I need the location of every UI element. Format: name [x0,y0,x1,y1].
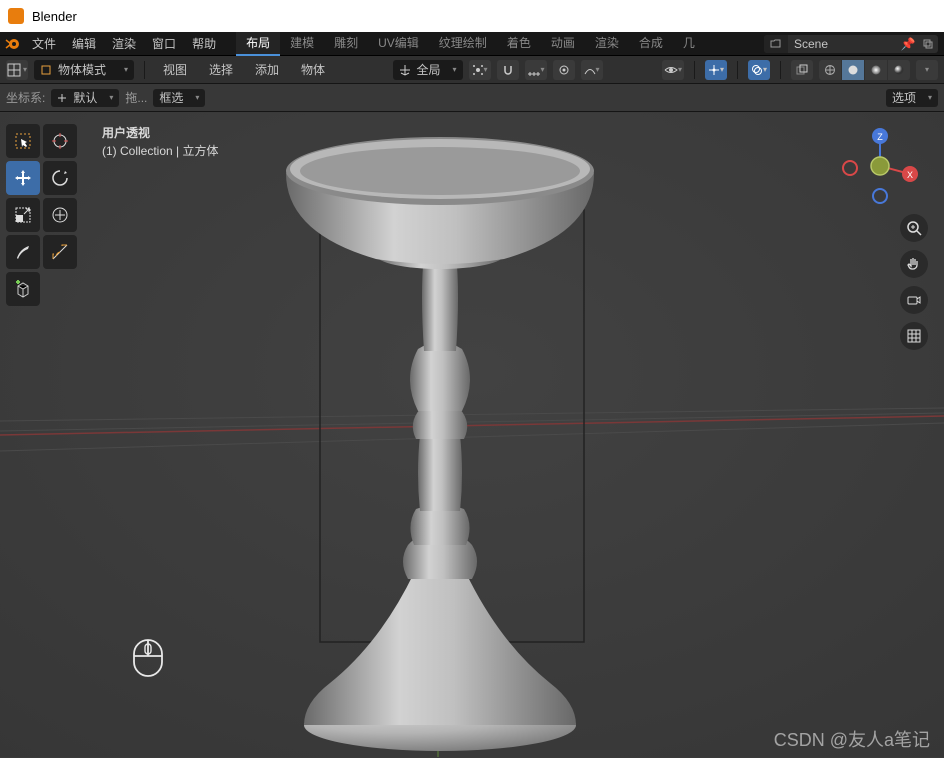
workspace-composite[interactable]: 合成 [629,32,673,56]
snap-target-icon[interactable]: ▾ [525,60,547,80]
scene-pin-icon[interactable]: 📌 [898,35,918,53]
proportional-falloff-icon[interactable]: ▾ [581,60,603,80]
zoom-icon[interactable] [900,214,928,242]
options-dropdown[interactable]: 选项 ▾ [886,89,938,107]
orientation-dropdown[interactable]: 全局 ▾ [393,60,463,80]
menu-add[interactable]: 添加 [247,56,287,84]
workspace-tabs: 布局 建模 雕刻 UV编辑 纹理绘制 着色 动画 渲染 合成 几 [236,32,705,56]
tool-scale[interactable] [6,198,40,232]
workspace-sculpt[interactable]: 雕刻 [324,32,368,56]
editor-type-icon[interactable]: ▾ [6,60,28,80]
topbar: 文件 编辑 渲染 窗口 帮助 布局 建模 雕刻 UV编辑 纹理绘制 着色 动画 … [0,32,944,56]
viewport-overlay-text: 用户透视 (1) Collection | 立方体 [102,124,218,160]
shading-rendered-icon[interactable] [888,60,910,80]
tool-add-cube[interactable] [6,272,40,306]
viewport-side-buttons [900,214,928,350]
proportional-edit-icon[interactable] [553,60,575,80]
tool-settings-bar: 坐标系: 默认 ▾ 拖... 框选 ▾ 选项 ▾ [0,84,944,112]
workspace-geo[interactable]: 几 [673,32,705,56]
drag-label: 拖... [125,89,147,106]
tool-transform[interactable] [43,198,77,232]
scene-selector[interactable]: 📌 [764,35,938,53]
svg-text:Z: Z [877,132,883,142]
tool-measure[interactable] [43,235,77,269]
nav-gizmo[interactable]: X Z [840,126,920,206]
tool-move[interactable] [6,161,40,195]
menu-help[interactable]: 帮助 [184,32,224,56]
toolbar [6,124,77,306]
workspace-modeling[interactable]: 建模 [280,32,324,56]
pivot-icon[interactable]: ▾ [469,60,491,80]
perspective-toggle-icon[interactable] [900,322,928,350]
workspace-shading[interactable]: 着色 [497,32,541,56]
shading-solid-icon[interactable] [842,60,864,80]
menu-edit[interactable]: 编辑 [64,32,104,56]
shading-wire-icon[interactable] [819,60,841,80]
svg-text:X: X [907,170,913,180]
tool-rotate[interactable] [43,161,77,195]
menu-file[interactable]: 文件 [24,32,64,56]
scene-new-icon[interactable] [918,35,938,53]
blender-icon [0,32,24,56]
overlay-toggle[interactable]: ▾ [748,60,770,80]
menu-select[interactable]: 选择 [201,56,241,84]
workspace-anim[interactable]: 动画 [541,32,585,56]
viewport-header: ▾ 物体模式 ▾ 视图 选择 添加 物体 全局 ▾ ▾ ▾ ▾ ▾ ▾ ▾ [0,56,944,84]
menu-object[interactable]: 物体 [293,56,333,84]
menu-window[interactable]: 窗口 [144,32,184,56]
mouse-hint-icon [128,636,168,680]
object-mode-icon [40,64,52,76]
camera-view-icon[interactable] [900,286,928,314]
snap-toggle[interactable] [497,60,519,80]
workspace-uv[interactable]: UV编辑 [368,32,429,56]
tool-cursor[interactable] [43,124,77,158]
window-title: Blender [32,9,77,24]
visibility-icon[interactable]: ▾ [662,60,684,80]
tool-annotate[interactable] [6,235,40,269]
box-select-dropdown[interactable]: 框选 ▾ [153,89,205,107]
scene-browse-icon[interactable] [764,35,788,53]
menu-render[interactable]: 渲染 [104,32,144,56]
workspace-layout[interactable]: 布局 [236,32,280,56]
shading-modes [819,60,910,80]
orientation-icon [399,64,411,76]
workspace-rendering[interactable]: 渲染 [585,32,629,56]
xray-toggle[interactable] [791,60,813,80]
menu-view[interactable]: 视图 [155,56,195,84]
main-menu: 文件 编辑 渲染 窗口 帮助 [24,32,224,56]
tool-select-box[interactable] [6,124,40,158]
shading-options-icon[interactable]: ▾ [916,60,938,80]
workspace-texpaint[interactable]: 纹理绘制 [429,32,497,56]
3d-viewport[interactable]: 用户透视 (1) Collection | 立方体 [0,112,944,758]
transform-icon [57,93,67,103]
coord-system-dropdown[interactable]: 默认 ▾ [51,89,119,107]
pan-icon[interactable] [900,250,928,278]
coord-label: 坐标系: [6,89,45,106]
mode-dropdown[interactable]: 物体模式 ▾ [34,60,134,80]
blender-logo-icon [8,8,24,24]
scene-name-input[interactable] [788,37,898,51]
gizmo-toggle[interactable]: ▾ [705,60,727,80]
shading-matprev-icon[interactable] [865,60,887,80]
watermark: CSDN @友人a笔记 [774,726,930,752]
